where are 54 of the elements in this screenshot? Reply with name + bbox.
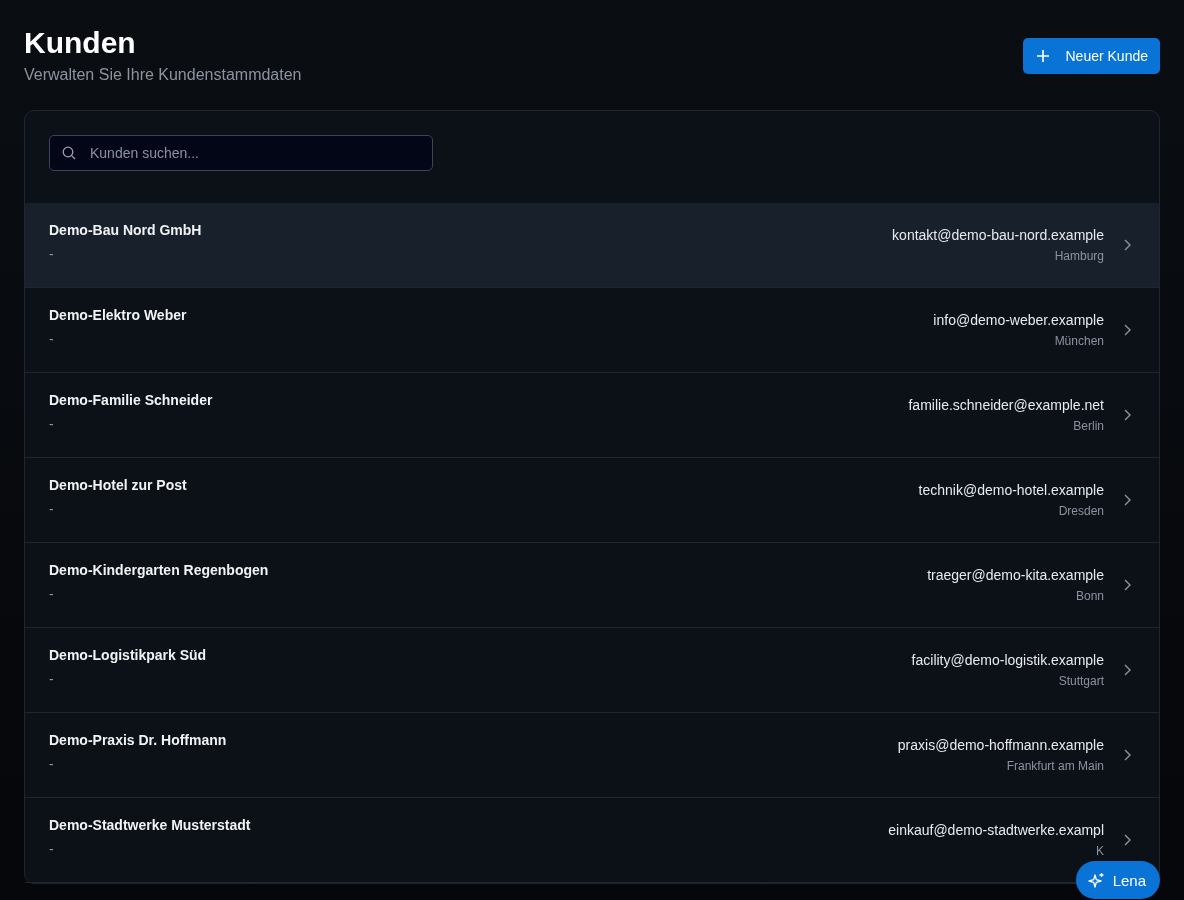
customer-email: traeger@demo-kita.example: [927, 567, 1104, 583]
customer-name: Demo-Kindergarten Regenbogen: [49, 562, 270, 578]
customer-email: kontakt@demo-bau-nord.example: [892, 227, 1104, 243]
chevron-right-icon: [1124, 749, 1131, 761]
plus-icon: [1037, 50, 1050, 62]
customer-detail: -: [49, 246, 55, 262]
customer-detail: -: [49, 586, 55, 602]
chevron-right-icon: [1124, 324, 1131, 336]
customer-row[interactable]: Demo-Bau Nord GmbH - kontakt@demo-bau-nord.example Hamburg: [25, 203, 1159, 288]
chevron-right-icon: [1124, 409, 1131, 421]
customer-name: Demo-Praxis Dr. Hoffmann: [49, 732, 228, 748]
customer-city: Berlin: [1073, 419, 1104, 433]
customer-detail: -: [49, 501, 55, 517]
customer-city: Frankfurt am Main: [1006, 759, 1104, 773]
sparkle-icon: [1087, 871, 1105, 889]
customer-detail: -: [49, 671, 55, 687]
new-customer-button[interactable]: Neuer Kunde: [1023, 38, 1160, 74]
customer-name: Demo-Logistikpark Süd: [49, 647, 208, 663]
customer-city: Hamburg: [1054, 249, 1104, 263]
page-subtitle: Verwalten Sie Ihre Kundenstammdaten: [24, 66, 302, 84]
customer-row[interactable]: Demo-Logistikpark Süd - facility@demo-logistik.example Stuttgart: [25, 628, 1159, 713]
search-field[interactable]: Kunden suchen...: [49, 135, 433, 171]
chevron-right-icon: [1124, 834, 1131, 846]
customer-email: technik@demo-hotel.example: [918, 482, 1104, 498]
customer-row[interactable]: Demo-Hotel zur Post - technik@demo-hotel.example Dresden: [25, 458, 1159, 543]
customer-email: praxis@demo-hoffmann.example: [897, 737, 1104, 753]
customer-detail: -: [49, 841, 55, 857]
customer-row[interactable]: Demo-Kindergarten Regenbogen - traeger@demo-kita.example Bonn: [25, 543, 1159, 628]
customer-email: familie.schneider@example.net: [908, 397, 1104, 413]
assistant-button[interactable]: Lena: [1075, 861, 1160, 899]
chevron-right-icon: [1124, 494, 1131, 506]
customer-email: info@demo-weber.example: [933, 312, 1104, 328]
customer-city: K: [1096, 844, 1104, 858]
page-title: Kunden: [24, 26, 137, 60]
chevron-right-icon: [1124, 579, 1131, 591]
customer-row[interactable]: Demo-Familie Schneider - familie.schneider@example.net Berlin: [25, 373, 1159, 458]
customer-city: München: [1054, 334, 1104, 348]
customer-city: Stuttgart: [1058, 674, 1104, 688]
customer-name: Demo-Stadtwerke Musterstadt: [49, 817, 252, 833]
customer-name: Demo-Bau Nord GmbH: [49, 222, 203, 238]
customer-row[interactable]: Demo-Praxis Dr. Hoffmann - praxis@demo-hoffmann.example Frankfurt am Main: [25, 713, 1159, 798]
customer-name: Demo-Elektro Weber: [49, 307, 188, 323]
customer-email: facility@demo-logistik.example: [911, 652, 1104, 668]
chevron-right-icon: [1124, 239, 1131, 251]
customer-detail: -: [49, 756, 55, 772]
customer-city: Bonn: [1075, 589, 1104, 603]
customer-city: Dresden: [1058, 504, 1104, 518]
customer-detail: -: [49, 331, 55, 347]
customer-detail: -: [49, 416, 55, 432]
customer-row[interactable]: Demo-Elektro Weber - info@demo-weber.example München: [25, 288, 1159, 373]
chevron-right-icon: [1124, 664, 1131, 676]
customer-name: Demo-Familie Schneider: [49, 392, 214, 408]
customer-name: Demo-Hotel zur Post: [49, 477, 188, 493]
customer-email: einkauf@demo-stadtwerke.exampl: [888, 822, 1104, 838]
